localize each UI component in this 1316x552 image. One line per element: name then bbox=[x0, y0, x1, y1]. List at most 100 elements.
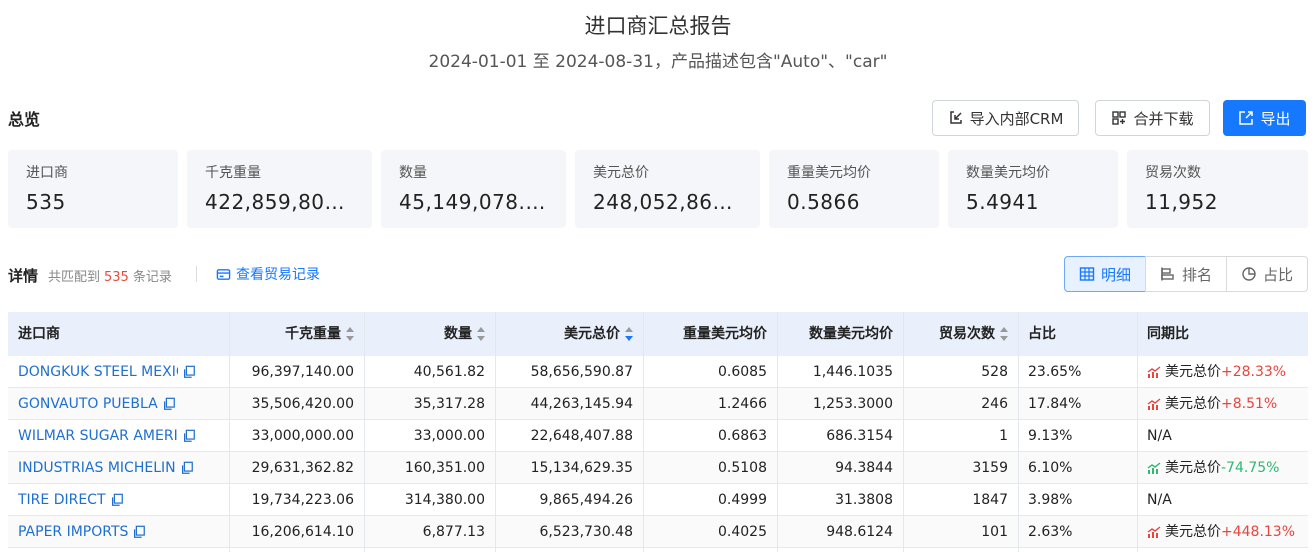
cell-share: 17.84% bbox=[1028, 396, 1082, 412]
table-header: 进口商 千克重量 数量 美元总价 重量美元均价 数量美元均价 贸易次数 占比 同… bbox=[8, 312, 1308, 356]
cell-kg: 96,397,140.00 bbox=[251, 364, 354, 380]
col-header-kg-price: 重量美元均价 bbox=[683, 326, 767, 342]
copy-icon[interactable] bbox=[132, 525, 146, 539]
copy-icon[interactable] bbox=[110, 493, 124, 507]
stat-label: 数量美元均价 bbox=[966, 165, 1050, 181]
cell-kg-price: 0.5108 bbox=[718, 460, 767, 476]
merge-download-button[interactable]: 合并下载 bbox=[1095, 100, 1210, 136]
cell-yoy: 美元总价+28.33% bbox=[1137, 356, 1308, 388]
sort-icon bbox=[1000, 327, 1008, 341]
pie-chart-icon bbox=[1242, 267, 1256, 281]
export-icon bbox=[1239, 111, 1254, 125]
stat-card-importers: 进口商 535 bbox=[8, 150, 178, 228]
cell-qty: 35,317.28 bbox=[413, 396, 485, 412]
cell-kg: 29,631,362.82 bbox=[251, 460, 354, 476]
importer-name-link[interactable]: INDUSTRIAS MICHELIN bbox=[18, 452, 176, 484]
cell-usd: 15,134,629.35 bbox=[530, 460, 633, 476]
details-heading: 详情 bbox=[8, 267, 39, 285]
merge-download-label: 合并下载 bbox=[1133, 109, 1194, 128]
importer-name-link[interactable]: GONVAUTO PUEBLA bbox=[18, 388, 158, 420]
importer-name-link[interactable]: TIRE DIRECT bbox=[18, 484, 106, 516]
yoy-value: N/A bbox=[1147, 492, 1172, 508]
stat-card-kg: 千克重量 422,859,804.3 bbox=[187, 150, 372, 228]
importer-cell[interactable]: DONGKUK STEEL MEXICO bbox=[8, 356, 229, 388]
stat-label: 千克重量 bbox=[205, 165, 261, 181]
view-trade-records-link[interactable]: 查看贸易记录 bbox=[216, 264, 320, 284]
cell-qty: 314,380.00 bbox=[404, 492, 485, 508]
col-header-usd[interactable]: 美元总价 bbox=[495, 312, 643, 356]
cell-qty: 33,000.00 bbox=[413, 428, 485, 444]
cell-qty-price: 1,446.1035 bbox=[812, 364, 893, 380]
importer-name-link[interactable]: PAPER IMPORTS bbox=[18, 516, 128, 548]
yoy-label: 美元总价 bbox=[1165, 364, 1221, 380]
importer-cell[interactable]: INDUSTRIAS MICHELIN bbox=[8, 452, 229, 484]
cell-kg-price: 0.4999 bbox=[718, 492, 767, 508]
cell-yoy: N/A bbox=[1137, 484, 1308, 516]
cell-yoy: N/A bbox=[1137, 420, 1308, 452]
col-header-share: 占比 bbox=[1028, 326, 1056, 342]
cell-qty: 40,561.82 bbox=[413, 364, 485, 380]
export-button[interactable]: 导出 bbox=[1223, 100, 1306, 136]
importer-cell[interactable]: TIRE DIRECT bbox=[8, 484, 229, 516]
tab-share[interactable]: 占比 bbox=[1226, 256, 1308, 292]
cell-qty: 6,877.13 bbox=[422, 524, 485, 540]
tab-detail[interactable]: 明细 bbox=[1064, 256, 1146, 292]
table-icon bbox=[1079, 267, 1095, 281]
cell-qty-price: 31.3808 bbox=[835, 492, 893, 508]
tab-share-label: 占比 bbox=[1262, 265, 1293, 284]
stat-card-usd: 美元总价 248,052,866.89 bbox=[575, 150, 760, 228]
stat-label: 进口商 bbox=[26, 165, 68, 181]
copy-icon[interactable] bbox=[180, 461, 194, 475]
col-header-kg[interactable]: 千克重量 bbox=[229, 312, 364, 356]
col-header-qty-price: 数量美元均价 bbox=[809, 326, 893, 342]
view-trade-records-label: 查看贸易记录 bbox=[236, 267, 320, 283]
report-title: 进口商汇总报告 bbox=[584, 14, 732, 38]
stat-card-qty: 数量 45,149,078.55 bbox=[381, 150, 566, 228]
cell-usd: 9,865,494.26 bbox=[539, 492, 633, 508]
importer-name-link[interactable]: WILMAR SUGAR AMERICAS bbox=[18, 420, 178, 452]
sort-desc-icon bbox=[625, 327, 633, 341]
cell-usd: 44,263,145.94 bbox=[530, 396, 633, 412]
stat-value: 248,052,866.89 bbox=[593, 190, 742, 214]
trend-down-icon bbox=[1147, 461, 1161, 474]
table-row: INDUSTRIAS MICHELIN 29,631,362.82 160,351.… bbox=[8, 452, 1308, 484]
tab-rank[interactable]: 排名 bbox=[1145, 256, 1227, 292]
col-header-trades[interactable]: 贸易次数 bbox=[903, 312, 1018, 356]
match-summary: 共匹配到 535 条记录 bbox=[48, 266, 172, 285]
col-header-qty[interactable]: 数量 bbox=[364, 312, 495, 356]
cell-qty-price: 948.6124 bbox=[826, 524, 893, 540]
importer-cell[interactable]: GONVAUTO PUEBLA bbox=[8, 388, 229, 420]
copy-icon[interactable] bbox=[182, 429, 196, 443]
cell-trades: 3159 bbox=[972, 460, 1008, 476]
importer-cell[interactable]: WILMAR SUGAR AMERICAS bbox=[8, 420, 229, 452]
stat-value: 5.4941 bbox=[966, 190, 1039, 214]
importer-cell[interactable]: PAPER IMPORTS bbox=[8, 516, 229, 548]
yoy-label: 美元总价 bbox=[1165, 396, 1221, 412]
table-row: TIRE DIRECT 19,734,223.06 314,380.00 9,865,… bbox=[8, 484, 1308, 516]
cell-share: 2.63% bbox=[1028, 524, 1073, 540]
trend-up-icon bbox=[1147, 397, 1161, 410]
report-subtitle: 2024-01-01 至 2024-08-31，产品描述包含"Auto"、"ca… bbox=[428, 52, 888, 72]
copy-icon[interactable] bbox=[162, 397, 176, 411]
cell-kg: 19,734,223.06 bbox=[251, 492, 354, 508]
col-header-yoy: 同期比 bbox=[1147, 326, 1189, 342]
cell-yoy: 美元总价-74.75% bbox=[1137, 452, 1308, 484]
cell-kg: 16,206,614.10 bbox=[251, 524, 354, 540]
trend-up-icon bbox=[1147, 365, 1161, 378]
overview-heading: 总览 bbox=[8, 110, 41, 129]
stat-value: 535 bbox=[26, 190, 66, 214]
stat-value: 45,149,078.55 bbox=[399, 190, 548, 214]
stat-label: 美元总价 bbox=[593, 165, 649, 181]
cell-share: 9.13% bbox=[1028, 428, 1073, 444]
yoy-value: +448.13% bbox=[1221, 524, 1296, 540]
import-crm-label: 导入内部CRM bbox=[969, 109, 1064, 128]
stat-label: 贸易次数 bbox=[1145, 165, 1201, 181]
importer-name-link[interactable]: DONGKUK STEEL MEXICO bbox=[18, 356, 178, 388]
cell-usd: 22,648,407.88 bbox=[530, 428, 633, 444]
stat-value: 0.5866 bbox=[787, 190, 860, 214]
copy-icon[interactable] bbox=[182, 365, 196, 379]
table-row: GONVAUTO PUEBLA 35,506,420.00 35,317.28 44,… bbox=[8, 388, 1308, 420]
stat-card-qty-price: 数量美元均价 5.4941 bbox=[948, 150, 1118, 228]
import-crm-button[interactable]: 导入内部CRM bbox=[932, 100, 1079, 136]
stat-card-trades: 贸易次数 11,952 bbox=[1127, 150, 1308, 228]
